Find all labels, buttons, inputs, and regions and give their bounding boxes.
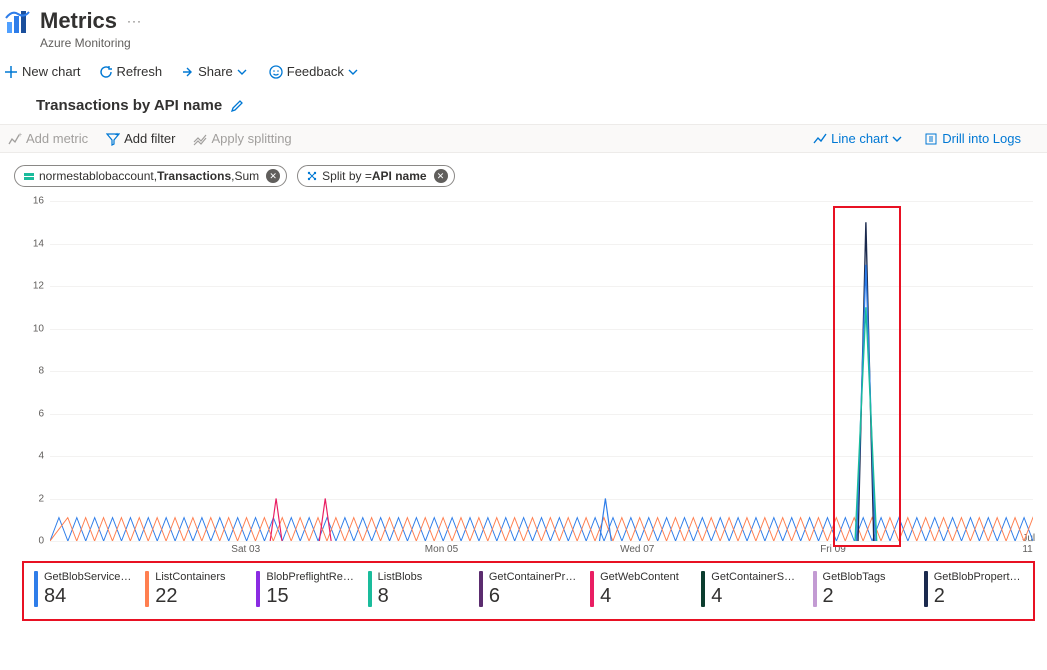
chevron-down-icon bbox=[348, 67, 358, 77]
svg-text:+: + bbox=[18, 132, 22, 139]
split-prefix: Split by = bbox=[322, 169, 372, 183]
y-tick: 6 bbox=[38, 408, 44, 419]
chevron-down-icon bbox=[892, 134, 902, 144]
remove-scope-icon[interactable]: ✕ bbox=[266, 169, 280, 183]
more-actions[interactable]: ··· bbox=[127, 14, 142, 28]
remove-split-icon[interactable]: ✕ bbox=[434, 169, 448, 183]
chevron-down-icon bbox=[237, 67, 247, 77]
feedback-button[interactable]: Feedback bbox=[269, 64, 362, 79]
scope-pill[interactable]: normestablobaccount, Transactions, Sum ✕ bbox=[14, 165, 287, 187]
line-chart-icon bbox=[813, 132, 827, 146]
x-tick: Wed 07 bbox=[620, 544, 654, 555]
page-title: Metrics bbox=[40, 8, 117, 34]
y-tick: 2 bbox=[38, 493, 44, 504]
share-icon bbox=[180, 65, 194, 79]
split-pill[interactable]: Split by = API name ✕ bbox=[297, 165, 454, 187]
new-chart-button[interactable]: New chart bbox=[4, 64, 81, 79]
add-metric-icon: + bbox=[8, 132, 22, 146]
y-tick: 12 bbox=[33, 281, 44, 292]
filter-icon: + bbox=[106, 132, 120, 146]
resource-icon bbox=[23, 170, 35, 182]
pencil-icon[interactable] bbox=[230, 99, 244, 113]
apply-splitting-button[interactable]: Apply splitting bbox=[193, 131, 291, 146]
page-subtitle: Azure Monitoring bbox=[40, 36, 142, 50]
refresh-icon bbox=[99, 65, 113, 79]
feedback-icon bbox=[269, 65, 283, 79]
plus-icon bbox=[4, 65, 18, 79]
y-tick: 14 bbox=[33, 238, 44, 249]
chart-type-button[interactable]: Line chart bbox=[813, 131, 906, 146]
add-metric-button[interactable]: + Add metric bbox=[8, 131, 88, 146]
metrics-icon bbox=[4, 8, 40, 39]
y-tick: 0 bbox=[38, 536, 44, 547]
split-value: API name bbox=[372, 169, 427, 183]
scope-agg: Sum bbox=[234, 169, 259, 183]
chart-canvas[interactable]: 0246810121416 Sat 03Mon 05Wed 07Fri 09Ju… bbox=[24, 201, 1033, 541]
refresh-button[interactable]: Refresh bbox=[99, 64, 163, 79]
split-icon bbox=[193, 132, 207, 146]
x-tick: Mon 05 bbox=[425, 544, 458, 555]
y-tick: 8 bbox=[38, 366, 44, 377]
y-tick: 16 bbox=[33, 196, 44, 207]
y-tick: 4 bbox=[38, 451, 44, 462]
add-filter-button[interactable]: + Add filter bbox=[106, 131, 175, 146]
scope-resource: normestablobaccount bbox=[39, 169, 154, 183]
share-button[interactable]: Share bbox=[180, 64, 251, 79]
x-tick: Sat 03 bbox=[231, 544, 260, 555]
split-by-icon bbox=[306, 170, 318, 182]
svg-text:+: + bbox=[115, 132, 119, 139]
chart-title: Transactions by API name bbox=[36, 97, 222, 114]
y-tick: 10 bbox=[33, 323, 44, 334]
drill-icon bbox=[924, 132, 938, 146]
scope-metric: Transactions bbox=[157, 169, 231, 183]
drill-logs-button[interactable]: Drill into Logs bbox=[924, 131, 1021, 146]
command-bar: New chart Refresh Share Feedback bbox=[0, 60, 1047, 91]
